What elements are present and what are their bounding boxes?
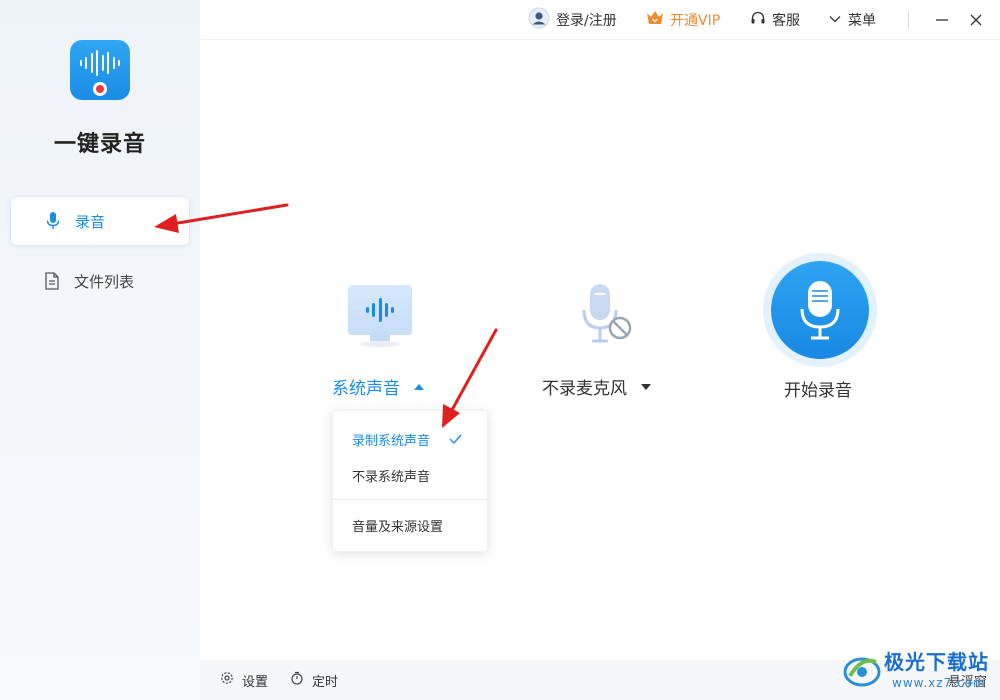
sidebar-item-record[interactable]: 录音 (10, 196, 190, 246)
settings-button[interactable]: 设置 (220, 660, 268, 700)
microphone-off-icon[interactable] (578, 284, 634, 346)
system-sound-dropdown: 录制系统声音 不录系统声音 音量及来源设置 (332, 410, 488, 552)
minimize-button[interactable] (934, 0, 950, 40)
sidebar-item-label: 文件列表 (74, 272, 135, 291)
system-sound-selector[interactable]: 系统声音 (332, 374, 424, 399)
dropdown-item-no-system-sound[interactable]: 不录系统声音 (333, 457, 487, 493)
headset-icon (750, 10, 766, 30)
watermark-title: 极光下载站 (884, 650, 989, 674)
sidebar-item-label: 录音 (75, 212, 106, 231)
monitor-shadow (360, 341, 400, 347)
document-icon (44, 272, 60, 290)
timer-button[interactable]: 定时 (290, 660, 338, 700)
crown-icon (646, 10, 664, 30)
microphone-icon (800, 281, 840, 340)
watermark-url: www.xz7.com (892, 676, 986, 690)
sidebar: 一键录音 录音 文件列表 (0, 0, 200, 700)
toolbar-divider (908, 11, 909, 29)
app-name: 一键录音 (53, 132, 146, 157)
microphone-selector[interactable]: 不录麦克风 (542, 374, 651, 399)
chevron-down-icon (828, 12, 842, 28)
login-button[interactable]: 登录/注册 (528, 0, 617, 40)
dropdown-item-volume-source-settings[interactable]: 音量及来源设置 (333, 507, 487, 543)
start-recording-label[interactable]: 开始录音 (784, 376, 852, 401)
watermark: 极光下载站 www.xz7.com (836, 642, 996, 696)
check-icon (449, 434, 462, 445)
user-avatar-icon (528, 7, 550, 33)
close-button[interactable] (968, 0, 984, 40)
close-icon (970, 14, 982, 26)
app-logo-icon (70, 40, 130, 100)
caret-down-icon (641, 383, 651, 390)
customer-service-button[interactable]: 客服 (750, 0, 800, 40)
gear-icon (220, 671, 234, 689)
title-bar: 登录/注册 开通VIP 客服 菜单 (200, 0, 1000, 40)
stopwatch-icon (290, 671, 304, 689)
dropdown-item-record-system-sound[interactable]: 录制系统声音 (333, 421, 487, 457)
watermark-logo-icon (843, 657, 881, 687)
menu-button[interactable]: 菜单 (828, 0, 876, 40)
caret-up-icon (414, 383, 424, 390)
minimize-icon (936, 19, 948, 21)
start-recording-button[interactable] (763, 253, 877, 367)
microphone-icon (45, 212, 61, 230)
sidebar-item-file-list[interactable]: 文件列表 (10, 256, 190, 306)
dropdown-divider (333, 499, 487, 500)
vip-button[interactable]: 开通VIP (646, 0, 720, 40)
monitor-sound-icon[interactable] (348, 285, 412, 335)
